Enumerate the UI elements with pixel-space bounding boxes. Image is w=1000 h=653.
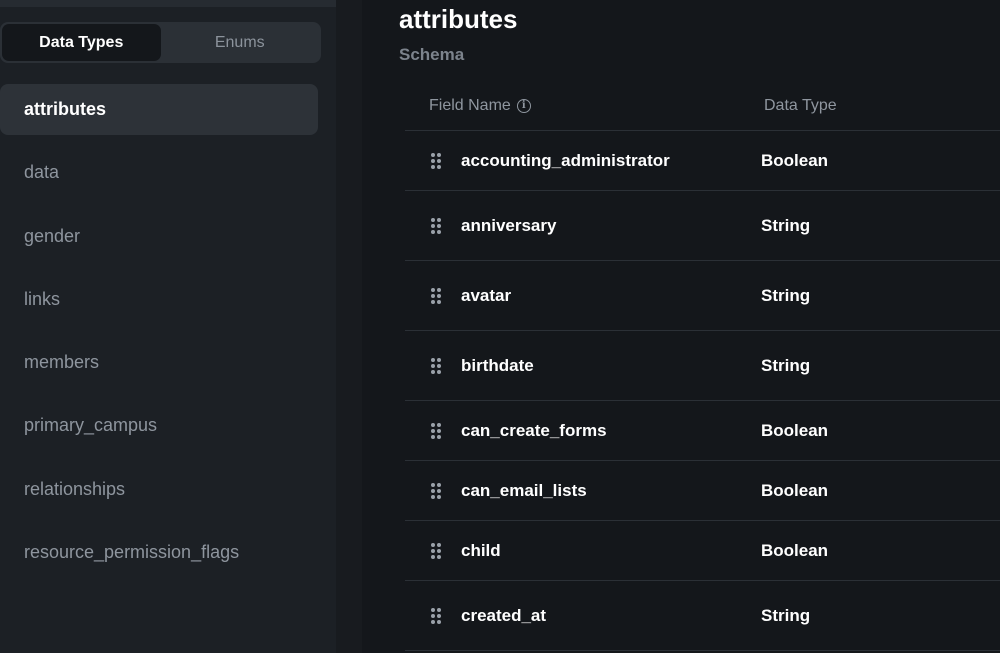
field-name: anniversary — [461, 215, 557, 235]
column-header-field-name: Field Name i — [429, 97, 764, 115]
table-row[interactable]: birthdate String — [405, 331, 1000, 401]
field-data-type: String — [761, 355, 811, 375]
field-name: created_at — [461, 605, 547, 625]
schema-panel: attributes Schema Field Name i Data Type… — [362, 0, 1000, 653]
field-data-type: Boolean — [761, 420, 829, 440]
sidebar: Data Types Enums attributes data gender … — [0, 0, 336, 653]
table-row[interactable]: created_at String — [405, 581, 1000, 651]
drag-handle-icon[interactable] — [431, 287, 441, 304]
field-name: child — [461, 540, 501, 560]
app-window: Data Types Enums attributes data gender … — [0, 0, 1000, 653]
table-row[interactable]: accounting_administrator Boolean — [405, 131, 1000, 191]
field-name: can_create_forms — [461, 420, 607, 440]
drag-handle-icon[interactable] — [431, 422, 441, 439]
sidebar-item-primary-campus[interactable]: primary_campus — [0, 400, 320, 451]
schema-subtitle: Schema — [399, 45, 465, 64]
tab-enums[interactable]: Enums — [161, 24, 320, 61]
field-data-type: Boolean — [761, 150, 829, 170]
field-data-type: String — [761, 215, 811, 235]
column-header-data-type: Data Type — [764, 97, 837, 114]
drag-handle-icon[interactable] — [431, 482, 441, 499]
drag-handle-icon[interactable] — [431, 542, 441, 559]
field-name: birthdate — [461, 355, 534, 375]
table-header: Field Name i Data Type — [405, 82, 1000, 131]
table-row[interactable]: can_email_lists Boolean — [405, 461, 1000, 521]
sidebar-item-relationships[interactable]: relationships — [0, 464, 320, 515]
field-name: can_email_lists — [461, 480, 587, 500]
drag-handle-icon[interactable] — [431, 217, 441, 234]
schema-table: Field Name i Data Type accounting_admini… — [405, 82, 1000, 651]
page-title: attributes — [399, 4, 518, 34]
tab-data-types[interactable]: Data Types — [2, 24, 161, 61]
field-data-type: Boolean — [761, 480, 829, 500]
field-name: avatar — [461, 285, 512, 305]
sidebar-top-bar — [0, 0, 336, 7]
sidebar-item-members[interactable]: members — [0, 337, 320, 388]
drag-handle-icon[interactable] — [431, 152, 441, 169]
field-data-type: String — [761, 605, 811, 625]
data-type-list: attributes data gender links members pri… — [0, 84, 320, 590]
info-icon[interactable]: i — [516, 99, 531, 113]
field-name: accounting_administrator — [461, 150, 670, 170]
type-tabs: Data Types Enums — [0, 22, 321, 63]
field-data-type: String — [761, 285, 811, 305]
table-row[interactable]: can_create_forms Boolean — [405, 401, 1000, 461]
table-row[interactable]: anniversary String — [405, 191, 1000, 261]
sidebar-item-attributes[interactable]: attributes — [0, 84, 318, 135]
drag-handle-icon[interactable] — [431, 607, 441, 624]
sidebar-item-gender[interactable]: gender — [0, 211, 320, 262]
sidebar-item-resource-permission-flags[interactable]: resource_permission_flags — [0, 527, 320, 578]
sidebar-item-links[interactable]: links — [0, 274, 320, 325]
table-row[interactable]: avatar String — [405, 261, 1000, 331]
column-header-field-name-label: Field Name — [429, 97, 511, 114]
sidebar-item-data[interactable]: data — [0, 147, 320, 198]
table-row[interactable]: child Boolean — [405, 521, 1000, 581]
drag-handle-icon[interactable] — [431, 357, 441, 374]
field-data-type: Boolean — [761, 540, 829, 560]
panel-divider — [336, 0, 362, 653]
